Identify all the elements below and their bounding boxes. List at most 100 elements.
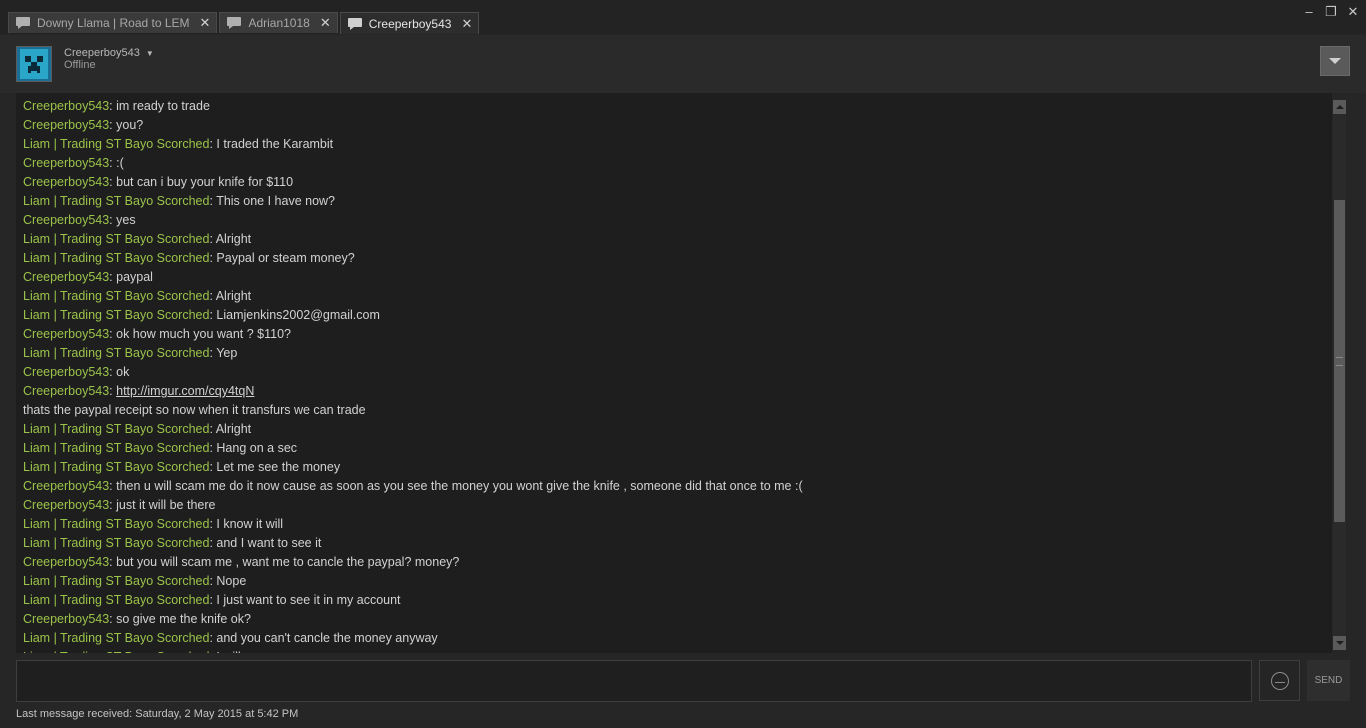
chat-header: Creeperboy543 ▼ Offline — [0, 35, 1366, 93]
message-link[interactable]: http://imgur.com/cqy4tqN — [116, 384, 254, 398]
message-text: Alright — [215, 289, 252, 303]
chat-message: Liam | Trading ST Bayo Scorched: Alright — [23, 230, 1332, 249]
chat-message: Creeperboy543: so give me the knife ok? — [23, 610, 1332, 629]
tab-label: Downy Llama | Road to LEM — [37, 16, 190, 30]
title-bar: Downy Llama | Road to LEM ✕ Adrian1018 ✕… — [0, 0, 1366, 34]
tab-label: Creeperboy543 — [368, 16, 452, 31]
chat-bubble-icon — [16, 17, 30, 29]
chat-message: thats the paypal receipt so now when it … — [23, 401, 1332, 420]
message-sender[interactable]: Creeperboy543 — [23, 612, 109, 626]
message-list: Creeperboy543: im ready to trade Creeperb… — [23, 97, 1332, 653]
message-text: I will — [216, 650, 240, 653]
message-text: I just want to see it in my account — [216, 593, 401, 607]
close-tab-icon[interactable]: ✕ — [200, 15, 211, 31]
chat-message: Liam | Trading ST Bayo Scorched: Hang on… — [23, 439, 1332, 458]
message-sender[interactable]: Liam | Trading ST Bayo Scorched — [23, 137, 209, 151]
message-sender[interactable]: Creeperboy543 — [23, 118, 109, 132]
message-sender[interactable]: Creeperboy543 — [23, 384, 109, 398]
message-text: Hang on a sec — [216, 441, 298, 455]
chat-message: Creeperboy543: yes — [23, 211, 1332, 230]
tab-label: Adrian1018 — [248, 16, 310, 30]
tab-adrian1018[interactable]: Adrian1018 ✕ — [219, 12, 338, 33]
message-sender[interactable]: Creeperboy543 — [23, 498, 109, 512]
chat-message: Liam | Trading ST Bayo Scorched: I trade… — [23, 135, 1332, 154]
message-sender[interactable]: Liam | Trading ST Bayo Scorched — [23, 631, 209, 645]
message-sender[interactable]: Liam | Trading ST Bayo Scorched — [23, 650, 209, 653]
close-tab-icon[interactable]: ✕ — [320, 15, 331, 31]
chat-bubble-icon — [347, 17, 362, 30]
avatar-image — [17, 47, 51, 81]
message-sender[interactable]: Liam | Trading ST Bayo Scorched — [23, 251, 209, 265]
chevron-down-icon[interactable]: ▼ — [146, 49, 154, 58]
emoticon-button[interactable] — [1259, 660, 1300, 701]
message-text: just it will be there — [116, 498, 216, 512]
message-sender[interactable]: Creeperboy543 — [23, 213, 109, 227]
message-text: This one I have now? — [216, 194, 336, 208]
tab-downy-llama[interactable]: Downy Llama | Road to LEM ✕ — [8, 12, 218, 33]
message-text: Let me see the money — [216, 460, 341, 474]
chat-message: Liam | Trading ST Bayo Scorched: Alright — [23, 420, 1332, 439]
message-sender[interactable]: Creeperboy543 — [23, 175, 109, 189]
message-sender[interactable]: Liam | Trading ST Bayo Scorched — [23, 593, 209, 607]
message-sender[interactable]: Liam | Trading ST Bayo Scorched — [23, 346, 209, 360]
chat-message: Creeperboy543: but can i buy your knife … — [23, 173, 1332, 192]
chat-message: Creeperboy543: you? — [23, 116, 1332, 135]
message-sender[interactable]: Creeperboy543 — [23, 327, 109, 341]
message-text: so give me the knife ok? — [116, 612, 251, 626]
chat-message: Liam | Trading ST Bayo Scorched: This on… — [23, 192, 1332, 211]
scroll-up-icon[interactable] — [1333, 100, 1346, 114]
emoticon-icon — [1270, 671, 1289, 690]
message-sender[interactable]: Creeperboy543 — [23, 99, 109, 113]
tab-creeperboy543[interactable]: Creeperboy543 ✕ — [339, 12, 480, 34]
friend-name[interactable]: Creeperboy543 ▼ — [64, 47, 154, 59]
message-sender[interactable]: Liam | Trading ST Bayo Scorched — [23, 232, 209, 246]
message-text: but you will scam me , want me to cancle… — [116, 555, 460, 569]
message-text: but can i buy your knife for $110 — [116, 175, 294, 189]
message-text: :( — [116, 156, 124, 170]
creeper-avatar-icon[interactable] — [16, 46, 52, 82]
message-text: yes — [116, 213, 136, 227]
chat-message: Liam | Trading ST Bayo Scorched: and you… — [23, 629, 1332, 648]
message-text: Yep — [216, 346, 238, 360]
minimize-icon[interactable]: – — [1302, 4, 1316, 20]
chat-message: Creeperboy543: paypal — [23, 268, 1332, 287]
chat-message: Liam | Trading ST Bayo Scorched: Nope — [23, 572, 1332, 591]
message-sender[interactable]: Liam | Trading ST Bayo Scorched — [23, 517, 209, 531]
message-sender[interactable]: Creeperboy543 — [23, 365, 109, 379]
message-sender[interactable]: Creeperboy543 — [23, 156, 109, 170]
message-sender[interactable]: Liam | Trading ST Bayo Scorched — [23, 536, 209, 550]
scroll-thumb[interactable] — [1334, 200, 1345, 522]
message-sender[interactable]: Liam | Trading ST Bayo Scorched — [23, 422, 209, 436]
message-sender[interactable]: Liam | Trading ST Bayo Scorched — [23, 289, 209, 303]
restore-icon[interactable]: ❐ — [1324, 4, 1338, 20]
chat-tabs: Downy Llama | Road to LEM ✕ Adrian1018 ✕… — [8, 12, 481, 34]
chat-message: Liam | Trading ST Bayo Scorched: I know … — [23, 515, 1332, 534]
chevron-down-icon — [1329, 58, 1341, 64]
close-window-icon[interactable]: ✕ — [1346, 4, 1360, 20]
message-sender[interactable]: Liam | Trading ST Bayo Scorched — [23, 441, 209, 455]
message-sender[interactable]: Liam | Trading ST Bayo Scorched — [23, 194, 209, 208]
message-sender[interactable]: Creeperboy543 — [23, 479, 109, 493]
message-sender[interactable]: Creeperboy543 — [23, 555, 109, 569]
chat-message: Creeperboy543: im ready to trade — [23, 97, 1332, 116]
message-sender[interactable]: Liam | Trading ST Bayo Scorched — [23, 574, 209, 588]
message-text: thats the paypal receipt so now when it … — [23, 403, 366, 417]
chat-message: Liam | Trading ST Bayo Scorched: I just … — [23, 591, 1332, 610]
last-message-status: Last message received: Saturday, 2 May 2… — [16, 708, 299, 720]
chat-message: Creeperboy543: just it will be there — [23, 496, 1332, 515]
message-text: you? — [116, 118, 144, 132]
close-tab-icon[interactable]: ✕ — [461, 16, 472, 32]
message-text: I traded the Karambit — [216, 137, 334, 151]
message-sender[interactable]: Creeperboy543 — [23, 270, 109, 284]
chat-scrollbar[interactable] — [1333, 100, 1346, 650]
message-text: Nope — [216, 574, 247, 588]
message-text: and I want to see it — [216, 536, 322, 550]
chat-options-button[interactable] — [1320, 46, 1350, 76]
message-input[interactable] — [16, 660, 1252, 702]
chat-log: Creeperboy543: im ready to trade Creeperb… — [16, 93, 1332, 653]
message-sender[interactable]: Liam | Trading ST Bayo Scorched — [23, 460, 209, 474]
send-button[interactable]: SEND — [1307, 660, 1350, 701]
chat-message: Creeperboy543: ok — [23, 363, 1332, 382]
message-sender[interactable]: Liam | Trading ST Bayo Scorched — [23, 308, 209, 322]
scroll-down-icon[interactable] — [1333, 636, 1346, 650]
